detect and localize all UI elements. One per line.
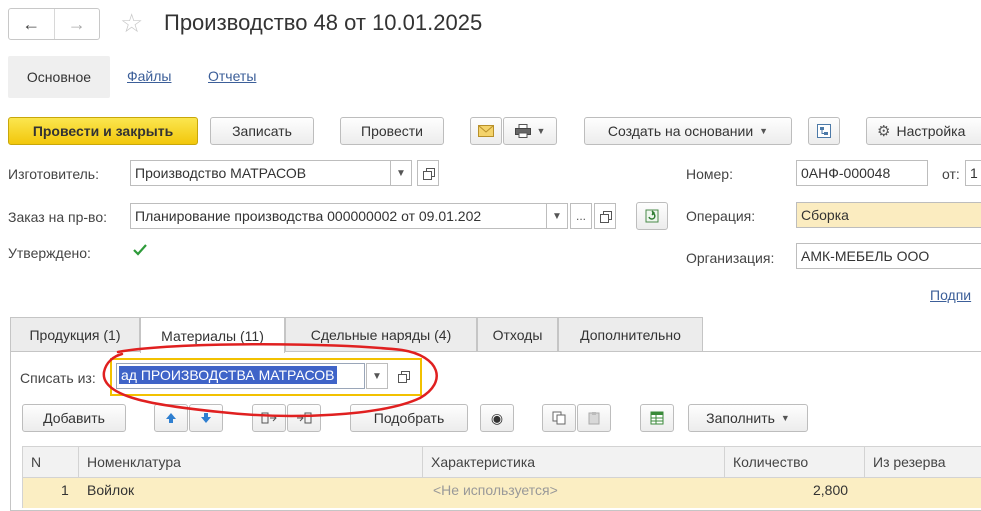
open-icon (397, 370, 410, 383)
forward-arrow-icon[interactable]: → (53, 9, 100, 39)
printer-icon (514, 124, 531, 138)
row-item: Войлок (87, 482, 135, 498)
tab-piecework-orders[interactable]: Сдельные наряды (4) (285, 317, 477, 351)
table-icon (650, 411, 664, 425)
paste-icon (588, 412, 600, 425)
tab-materials[interactable]: Материалы (11) (140, 317, 285, 353)
manufacturer-open-button[interactable] (417, 160, 439, 186)
spreadsheet-button[interactable] (640, 404, 674, 432)
gear-icon: ⚙ (877, 123, 891, 140)
post-button[interactable]: Провести (340, 117, 444, 145)
print-menu-button[interactable]: ▼ (503, 117, 557, 145)
eye-icon: ◉ (490, 409, 504, 426)
section-reports[interactable]: Отчеты (208, 68, 256, 84)
writeoff-open-button[interactable] (392, 363, 414, 389)
column-header-reserve[interactable]: Из резерва (865, 447, 981, 477)
writeoff-field[interactable]: ад ПРОИЗВОДСТВА МАТРАСОВ (116, 363, 365, 389)
window-title: Производство 48 от 10.01.2025 (164, 10, 483, 35)
open-icon (422, 167, 435, 180)
move-down-button[interactable] (189, 404, 223, 432)
chevron-down-icon: ▼ (396, 167, 406, 179)
split-icon (261, 412, 277, 424)
approved-label: Утверждено: (8, 245, 91, 261)
row-quantity: 2,800 (813, 482, 849, 498)
fill-by-order-button[interactable] (636, 202, 668, 230)
create-based-on-label: Создать на основании (607, 123, 754, 139)
pick-button[interactable]: Подобрать (350, 404, 468, 432)
tab-products[interactable]: Продукция (1) (10, 317, 140, 351)
nav-buttons: ← → (8, 8, 100, 40)
settings-label: Настройка (896, 123, 966, 139)
writeoff-value: ад ПРОИЗВОДСТВА МАТРАСОВ (119, 366, 337, 384)
merge-icon (297, 412, 312, 424)
number-field[interactable]: 0АНФ-000048 (796, 160, 928, 186)
move-up-button[interactable] (154, 404, 188, 432)
operation-field[interactable]: Сборка (796, 202, 981, 228)
order-field[interactable]: Планирование производства 000000002 от 0… (130, 203, 547, 229)
tab-waste[interactable]: Отходы (477, 317, 558, 351)
favorite-star-icon[interactable]: ☆ (120, 8, 143, 38)
chevron-down-icon: ▼ (372, 370, 382, 382)
writeoff-label: Списать из: (20, 370, 96, 386)
table-row[interactable]: 1 Войлок <Не используется> 2,800 (22, 478, 981, 508)
materials-table-header: N Номенклатура Характеристика Количество… (22, 446, 981, 478)
column-header-characteristic[interactable]: Характеристика (423, 447, 725, 477)
structure-button[interactable] (808, 117, 840, 145)
signatures-link[interactable]: Подпи (930, 287, 971, 303)
email-button[interactable] (470, 117, 502, 145)
arrow-up-icon (166, 413, 176, 423)
tab-additional[interactable]: Дополнительно (558, 317, 703, 351)
add-button[interactable]: Добавить (22, 404, 126, 432)
refresh-document-icon (645, 209, 659, 223)
order-dropdown-button[interactable]: ▼ (546, 203, 568, 229)
date-field[interactable]: 1 (965, 160, 981, 186)
manufacturer-dropdown-button[interactable]: ▼ (390, 160, 412, 186)
column-header-item[interactable]: Номенклатура (79, 447, 423, 477)
split-line-button[interactable] (252, 404, 286, 432)
paste-button[interactable] (577, 404, 611, 432)
manufacturer-label: Изготовитель: (8, 166, 99, 182)
chevron-down-icon: ▼ (552, 210, 562, 222)
number-label: Номер: (686, 166, 733, 182)
envelope-icon (478, 125, 494, 137)
merge-line-button[interactable] (287, 404, 321, 432)
create-based-on-button[interactable]: Создать на основании ▼ (584, 117, 792, 145)
column-header-quantity[interactable]: Количество (725, 447, 865, 477)
chevron-down-icon: ▼ (536, 126, 546, 136)
fill-label: Заполнить (706, 410, 775, 426)
section-files[interactable]: Файлы (127, 68, 171, 84)
chevron-down-icon: ▼ (780, 413, 790, 423)
organization-label: Организация: (686, 250, 775, 266)
row-characteristic: <Не используется> (433, 482, 558, 498)
chevron-down-icon: ▼ (759, 126, 769, 136)
approved-checkbox[interactable] (130, 240, 150, 260)
writeoff-dropdown-button[interactable]: ▼ (366, 363, 388, 389)
save-button[interactable]: Записать (210, 117, 314, 145)
fill-menu-button[interactable]: Заполнить ▼ (688, 404, 808, 432)
open-icon (599, 210, 612, 223)
manufacturer-field[interactable]: Производство МАТРАСОВ (130, 160, 391, 186)
section-main[interactable]: Основное (8, 56, 110, 98)
view-button[interactable]: ◉ (480, 404, 514, 432)
organization-field[interactable]: АМК-МЕБЕЛЬ ООО (796, 243, 981, 269)
ellipsis-icon: ... (575, 209, 586, 223)
date-label: от: (942, 166, 960, 182)
structure-icon (817, 124, 831, 138)
back-arrow-icon[interactable]: ← (9, 9, 54, 39)
operation-label: Операция: (686, 208, 756, 224)
section-bar: Основное Файлы Отчеты (0, 56, 981, 98)
order-select-button[interactable]: ... (570, 203, 592, 229)
order-label: Заказ на пр-во: (8, 209, 108, 225)
copy-icon (552, 411, 566, 425)
checkmark-icon (133, 244, 147, 256)
copy-button[interactable] (542, 404, 576, 432)
column-header-n[interactable]: N (23, 447, 79, 477)
arrow-down-icon (201, 413, 211, 423)
settings-button[interactable]: ⚙ Настройка (866, 117, 981, 145)
post-and-close-button[interactable]: Провести и закрыть (8, 117, 198, 145)
order-open-button[interactable] (594, 203, 616, 229)
row-number: 1 (61, 482, 69, 498)
